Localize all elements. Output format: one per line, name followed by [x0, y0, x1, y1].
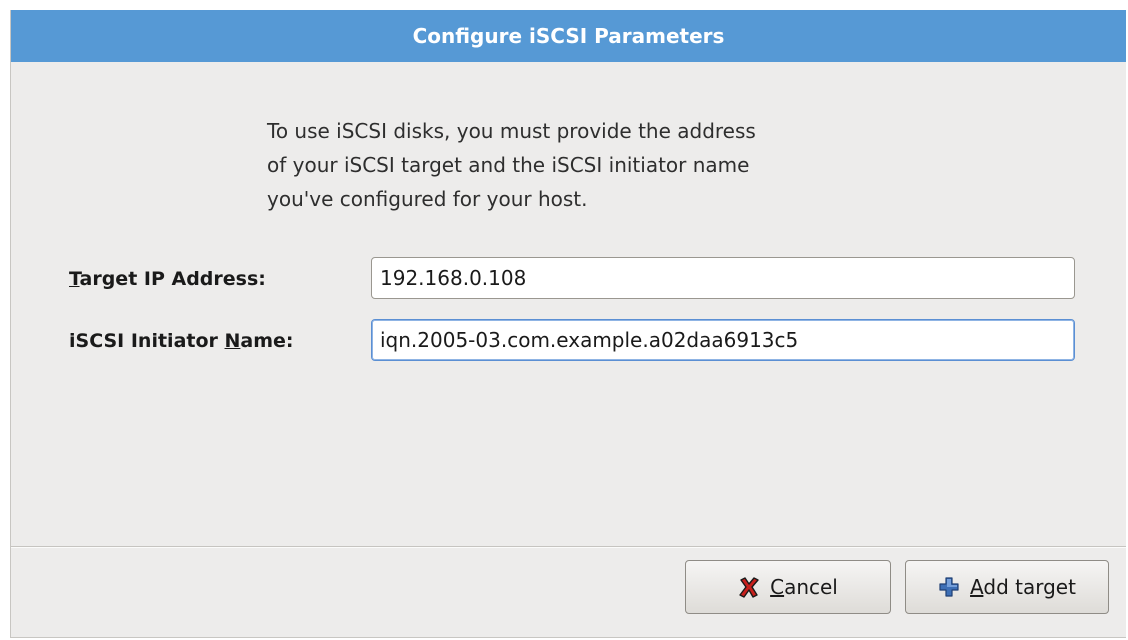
dialog-title: Configure iSCSI Parameters	[412, 24, 725, 48]
cancel-button[interactable]: Cancel	[685, 560, 891, 614]
intro-text: To use iSCSI disks, you must provide the…	[267, 114, 887, 216]
add-target-label: Add target	[970, 575, 1076, 599]
add-target-button[interactable]: Add target	[905, 560, 1109, 614]
cancel-label: Cancel	[770, 575, 838, 599]
target-ip-input[interactable]	[371, 257, 1075, 299]
dialog-title-bar: Configure iSCSI Parameters	[11, 10, 1126, 62]
intro-line-3: you've configured for your host.	[267, 187, 588, 211]
iscsi-dialog: Configure iSCSI Parameters To use iSCSI …	[10, 10, 1126, 638]
button-separator	[11, 546, 1126, 548]
target-ip-label: Target IP Address:	[69, 268, 266, 290]
intro-line-1: To use iSCSI disks, you must provide the…	[267, 119, 756, 143]
initiator-name-label: iSCSI Initiator Name:	[69, 330, 294, 352]
intro-line-2: of your iSCSI target and the iSCSI initi…	[267, 153, 750, 177]
initiator-name-input[interactable]	[371, 319, 1075, 361]
cancel-x-icon	[738, 576, 760, 598]
plus-icon	[938, 576, 960, 598]
